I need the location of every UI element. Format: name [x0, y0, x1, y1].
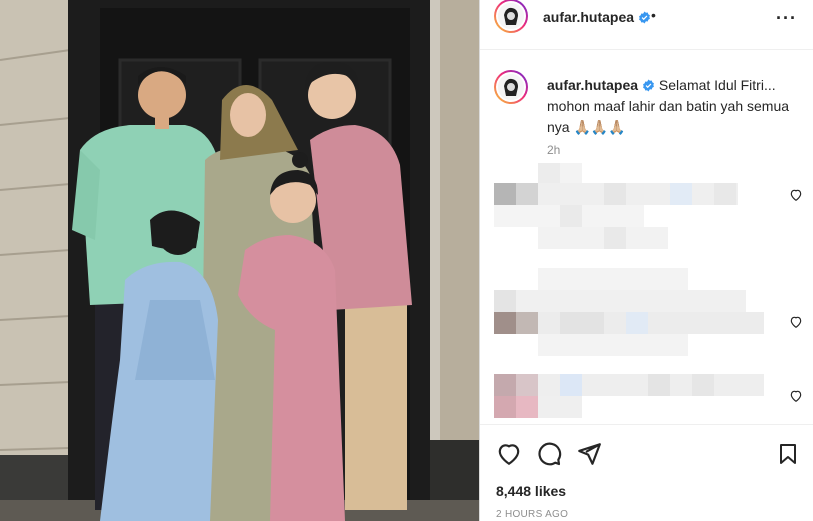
blurred-comment — [494, 163, 738, 249]
header-dot-separator: • — [651, 7, 656, 23]
family-photo — [0, 0, 479, 521]
caption-verified-icon — [643, 79, 654, 92]
share-icon[interactable] — [576, 441, 602, 467]
comment-heart-icon[interactable] — [789, 315, 803, 329]
likes-count[interactable]: 8,448 likes — [496, 483, 566, 499]
caption-text: aufar.hutapea Selamat Idul Fitri... moho… — [547, 75, 797, 138]
caption-username[interactable]: aufar.hutapea — [547, 77, 638, 93]
posted-time[interactable]: 2 HOURS AGO — [496, 509, 568, 520]
avatar-portrait-icon — [498, 3, 524, 29]
action-bar: 8,448 likes 2 HOURS AGO — [480, 424, 813, 521]
post-photo[interactable] — [0, 0, 479, 521]
blurred-comment — [494, 374, 768, 418]
list-item — [494, 374, 768, 420]
list-item — [494, 163, 764, 253]
list-item — [494, 268, 768, 356]
comment-heart-icon[interactable] — [789, 389, 803, 403]
more-icon[interactable]: ··· — [776, 8, 797, 29]
caption-avatar-portrait-icon — [498, 74, 524, 100]
caption-time[interactable]: 2h — [547, 143, 560, 157]
comment-icon[interactable] — [536, 441, 562, 467]
comment-heart-icon[interactable] — [789, 188, 803, 202]
avatar[interactable] — [494, 0, 528, 33]
header-username-text[interactable]: aufar.hutapea — [543, 9, 634, 25]
verified-icon — [639, 11, 650, 24]
header-username[interactable]: aufar.hutapea — [543, 9, 651, 25]
post-header: aufar.hutapea • ··· — [480, 0, 813, 50]
post-sidebar: aufar.hutapea • ··· aufar.hutapea Selama… — [479, 0, 813, 521]
caption-avatar[interactable] — [494, 70, 528, 104]
bookmark-icon[interactable] — [776, 441, 800, 467]
heart-icon[interactable] — [496, 441, 522, 467]
blurred-comment — [494, 268, 768, 356]
